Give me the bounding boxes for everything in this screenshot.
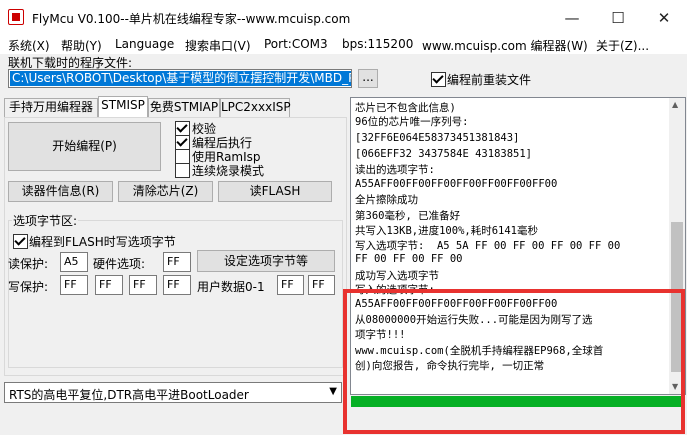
- log-line: 读出的选项字节:: [355, 164, 435, 176]
- maximize-button[interactable]: ☐: [595, 0, 641, 36]
- reload-checkbox[interactable]: [431, 72, 446, 90]
- read-protect-label: 读保护:: [8, 257, 49, 271]
- log-line: 第360毫秒, 已准备好: [355, 210, 461, 222]
- log-line: 全片擦除成功: [355, 194, 418, 206]
- continuous-label: 连续烧录模式: [192, 164, 265, 178]
- menu-programmer[interactable]: www.mcuisp.com 编程器(W): [422, 37, 588, 54]
- log-line: A55AFF00FF00FF00FF00FF00FF00FF00: [355, 178, 558, 190]
- check-icon: [175, 163, 190, 178]
- menu-search-port[interactable]: 搜索串口(V): [185, 37, 251, 54]
- log-line: 写入选项字节: A5 5A FF 00 FF 00 FF 00 FF 00: [355, 240, 621, 252]
- options-group-title: 选项字节区:: [12, 212, 79, 229]
- hw-option-field[interactable]: FF: [163, 252, 191, 272]
- reload-label: 编程前重装文件: [447, 73, 532, 87]
- log-line: 96位的芯片唯一序列号:: [355, 116, 469, 128]
- chevron-down-icon: ▼: [329, 386, 337, 397]
- log-line: [066EFF32 3437584E 43183851]: [355, 148, 533, 160]
- close-button[interactable]: ✕: [641, 0, 687, 36]
- reload-check-icon: [431, 72, 446, 87]
- menu-bps[interactable]: bps:115200: [342, 37, 413, 51]
- log-line: FF 00 FF 00 FF 00: [355, 253, 463, 265]
- check-icon: [13, 234, 28, 249]
- write-protect-field[interactable]: FF: [129, 275, 157, 295]
- menu-language[interactable]: Language: [115, 37, 174, 51]
- write-protect-field[interactable]: FF: [95, 275, 123, 295]
- write-options-checkbox[interactable]: [13, 234, 28, 252]
- erase-chip-button[interactable]: 清除芯片(Z): [118, 181, 213, 202]
- highlight-box: [343, 289, 685, 434]
- window-title: FlyMcu V0.100--单片机在线编程专家--www.mcuisp.com: [32, 12, 351, 26]
- title-bar: FlyMcu V0.100--单片机在线编程专家--www.mcuisp.com…: [0, 0, 687, 36]
- continuous-checkbox[interactable]: [175, 163, 190, 181]
- hw-option-label: 硬件选项:: [93, 257, 146, 271]
- user-data-field[interactable]: FF: [308, 275, 335, 295]
- log-line: 共写入13KB,进度100%,耗时6141毫秒: [355, 225, 539, 237]
- write-options-label: 编程到FLASH时写选项字节: [29, 235, 176, 249]
- check-icon: [175, 149, 190, 164]
- log-line: 成功写入选项字节: [355, 270, 439, 282]
- menu-help[interactable]: 帮助(Y): [61, 37, 102, 54]
- write-protect-field[interactable]: FF: [60, 275, 88, 295]
- file-path-input[interactable]: C:\Users\ROBOT\Desktop\基于模型的倒立摆控制开发\MBD_…: [8, 69, 352, 88]
- log-line: 芯片已不包含此信息): [355, 102, 456, 114]
- tab-lpc[interactable]: LPC2xxxISP: [220, 98, 291, 117]
- user-data-label: 用户数据0-1: [197, 280, 265, 294]
- menu-bar: 系统(X) 帮助(Y) Language 搜索串口(V) Port:COM3 b…: [0, 36, 687, 54]
- read-flash-button[interactable]: 读FLASH: [218, 181, 332, 202]
- tab-handheld[interactable]: 手持万用编程器: [4, 98, 98, 117]
- user-data-field[interactable]: FF: [277, 275, 304, 295]
- log-line: [32FF6E064E58373451381843]: [355, 132, 520, 144]
- write-protect-label: 写保护:: [8, 280, 49, 294]
- scroll-up-icon[interactable]: ▲: [672, 100, 678, 109]
- app-icon: [8, 9, 24, 25]
- menu-about[interactable]: 关于(Z)...: [596, 37, 649, 54]
- tab-stmisp[interactable]: STMISP: [98, 96, 148, 117]
- read-info-button[interactable]: 读器件信息(R): [8, 181, 113, 202]
- check-icon: [175, 135, 190, 150]
- minimize-button[interactable]: —: [549, 0, 595, 36]
- tab-stmiap[interactable]: 免费STMIAP: [148, 98, 220, 117]
- read-protect-field[interactable]: A5: [60, 252, 88, 272]
- start-program-button[interactable]: 开始编程(P): [8, 122, 161, 171]
- menu-system[interactable]: 系统(X): [8, 37, 50, 54]
- bootmode-select[interactable]: RTS的高电平复位,DTR高电平进BootLoader ▼: [4, 382, 342, 403]
- browse-button[interactable]: ...: [358, 69, 378, 88]
- file-path-text: C:\Users\ROBOT\Desktop\基于模型的倒立摆控制开发\MBD_…: [10, 71, 351, 86]
- bootmode-value: RTS的高电平复位,DTR高电平进BootLoader: [9, 388, 249, 402]
- check-icon: [175, 121, 190, 136]
- write-protect-field[interactable]: FF: [163, 275, 191, 295]
- set-options-button[interactable]: 设定选项字节等: [197, 250, 335, 272]
- menu-port[interactable]: Port:COM3: [264, 37, 328, 51]
